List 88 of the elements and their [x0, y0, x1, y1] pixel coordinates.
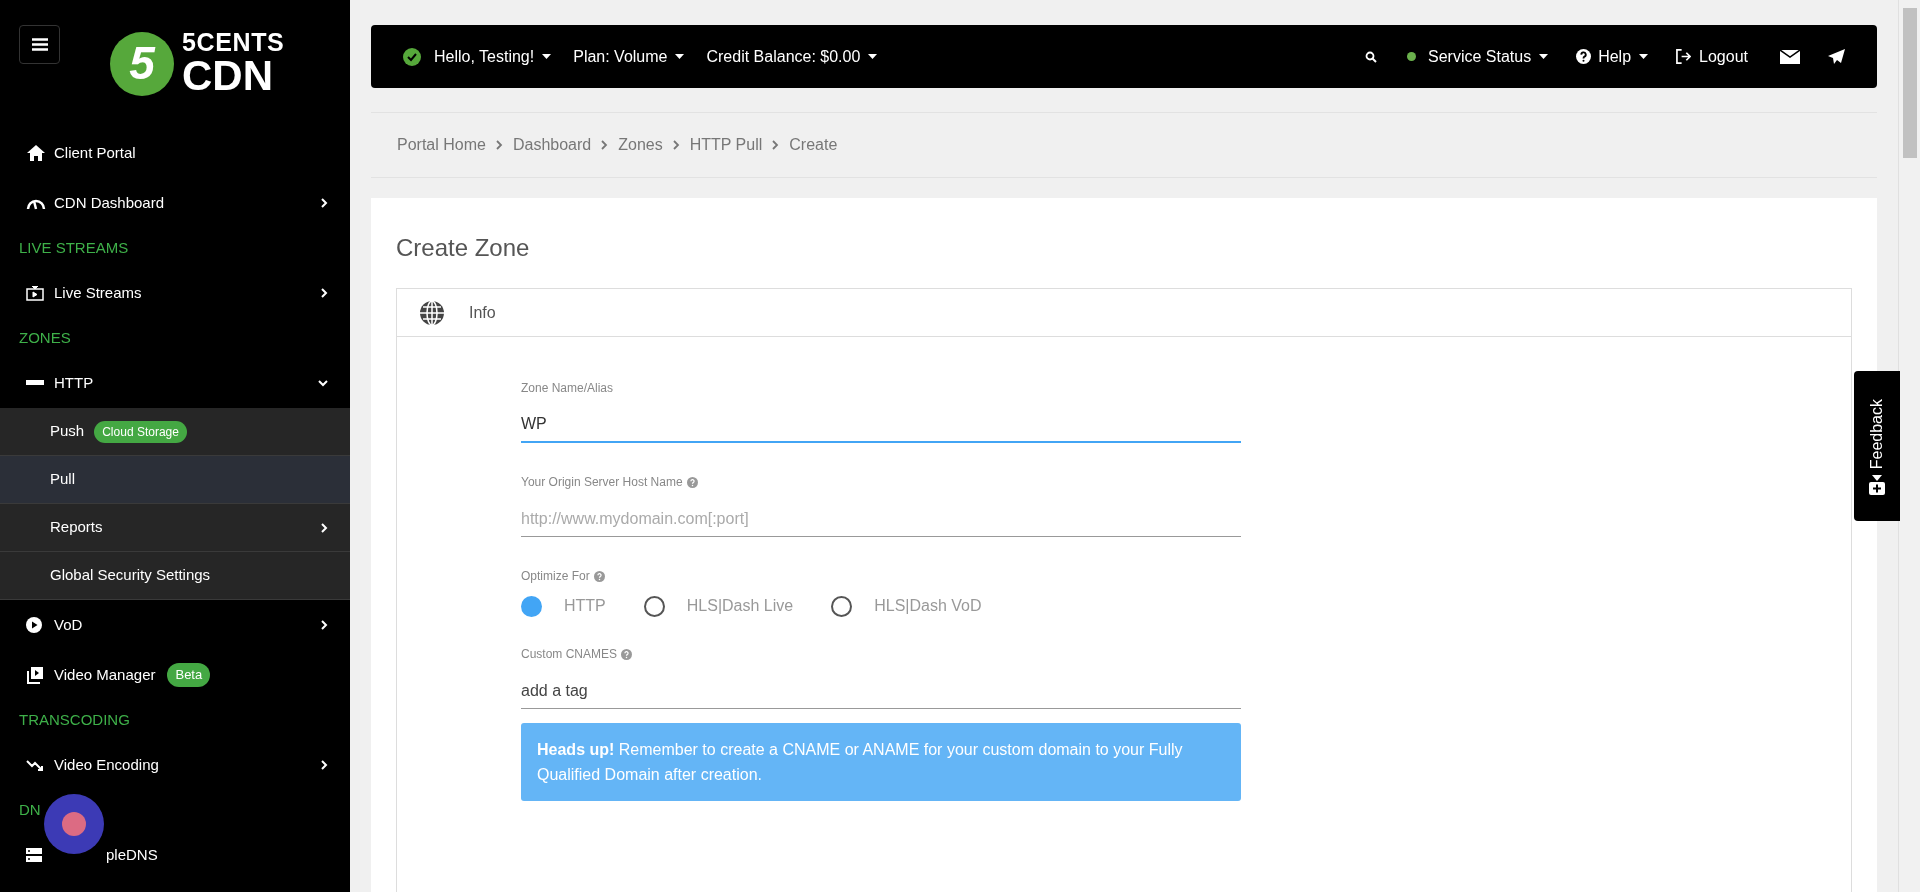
nav-item[interactable]: VoD: [0, 600, 350, 650]
nav-item[interactable]: CDN Dashboard: [0, 178, 350, 228]
status-dropdown[interactable]: Service Status: [1428, 44, 1549, 69]
chevron-down-icon: [318, 379, 328, 387]
chevron-right-icon: [321, 620, 328, 630]
item-label: VoD: [54, 614, 83, 635]
item-label: Reports: [50, 517, 103, 538]
item-label: Video Manager: [54, 664, 156, 685]
breadcrumb-link[interactable]: HTTP Pull: [689, 133, 763, 157]
mail-icon[interactable]: [1780, 49, 1800, 64]
trend-down-icon: [26, 759, 44, 771]
breadcrumb-link[interactable]: Dashboard: [512, 133, 592, 157]
caret-icon: [1539, 54, 1549, 59]
chevron-right-icon: [321, 760, 328, 770]
info-alert: Heads up! Remember to create a CNAME or ANAME for your custom domain to your Fully Qualified Domain after creation.: [521, 723, 1241, 801]
logo-mark: 5: [110, 31, 174, 96]
field-label: Custom CNAMES: [521, 646, 618, 663]
item-label: Live Streams: [54, 282, 142, 303]
item-label: Client Portal: [54, 142, 136, 163]
submenu-item[interactable]: Pull: [0, 456, 350, 504]
record-button[interactable]: [44, 794, 104, 854]
submenu-item[interactable]: Push Cloud Storage: [0, 408, 350, 456]
field-label: Optimize For: [521, 568, 590, 585]
logout-icon: [1676, 49, 1692, 64]
item-label: pleDNS: [106, 844, 158, 865]
menu-dropdown[interactable]: Plan: Volume: [573, 44, 685, 69]
nav-item[interactable]: Client Portal: [0, 128, 350, 178]
record-icon: [62, 812, 86, 836]
video-plus-icon: [1869, 475, 1885, 496]
input-field[interactable]: WP: [521, 407, 1241, 443]
video-library-icon: [26, 666, 44, 684]
caret-icon: [675, 54, 685, 59]
logout-link[interactable]: Logout: [1699, 44, 1748, 69]
caret-icon: [1639, 54, 1649, 59]
menu-button[interactable]: [19, 25, 60, 64]
submenu-item[interactable]: Global Security Settings: [0, 552, 350, 600]
tag-input[interactable]: add a tag: [521, 673, 1241, 709]
item-label: Global Security Settings: [50, 565, 211, 586]
tv-icon: [26, 285, 44, 301]
field-label: Your Origin Server Host Name: [521, 474, 683, 491]
chevron-right-icon: [321, 198, 328, 208]
menu-dropdown[interactable]: Credit Balance: $0.00: [706, 44, 878, 69]
item-label: Video Encoding: [54, 754, 159, 775]
nav-item[interactable]: HTTP: [0, 358, 350, 408]
badge: Cloud Storage: [94, 420, 187, 443]
page-title: Create Zone: [396, 233, 531, 263]
section-heading: LIVE STREAMS: [19, 237, 129, 258]
input-field[interactable]: http://www.mydomain.com[:port]: [521, 501, 1241, 537]
nav-item[interactable]: Video Encoding: [0, 740, 350, 790]
send-icon[interactable]: [1828, 48, 1845, 65]
server-icon: [26, 847, 42, 863]
section-heading: DN: [19, 799, 41, 820]
chevron-right-icon: [772, 140, 780, 150]
play-icon: [26, 617, 42, 633]
breadcrumb-link[interactable]: Zones: [618, 133, 663, 157]
verified-icon: [403, 47, 421, 66]
breadcrumb-link[interactable]: Create: [789, 133, 838, 157]
field-label: Zone Name/Alias: [521, 380, 614, 397]
feedback-tab[interactable]: Feedback: [1854, 371, 1900, 521]
help-dropdown[interactable]: Help: [1598, 44, 1649, 69]
submenu-item[interactable]: Reports: [0, 504, 350, 552]
logo-text: CDN: [182, 55, 274, 97]
caret-icon: [542, 54, 552, 59]
chevron-right-icon: [321, 522, 328, 533]
nav-item[interactable]: Live Streams: [0, 268, 350, 318]
logo-text: 5CENTS: [182, 30, 285, 55]
help-icon: [1576, 49, 1592, 64]
nav-item[interactable]: Video Manager Beta: [0, 650, 350, 700]
chevron-right-icon: [495, 140, 503, 150]
badge: Beta: [167, 663, 211, 687]
search-icon: [1365, 50, 1377, 63]
chevron-right-icon: [672, 140, 680, 150]
section-heading: ZONES: [19, 327, 71, 348]
item-label: CDN Dashboard: [54, 192, 165, 213]
breadcrumb-link[interactable]: Portal Home: [397, 133, 486, 157]
section-title: Info: [469, 302, 496, 323]
menu-dropdown[interactable]: Hello, Testing!: [434, 44, 552, 69]
item-label: Push: [50, 421, 85, 442]
caret-icon: [868, 54, 878, 59]
section-heading: TRANSCODING: [19, 709, 130, 730]
menu-icon: [31, 38, 48, 51]
home-icon: [26, 144, 46, 162]
globe-icon: [419, 299, 445, 326]
nav-item[interactable]: pleDNS: [0, 830, 350, 880]
chevron-right-icon: [601, 140, 609, 150]
item-label: Pull: [50, 469, 75, 490]
item-label: HTTP: [54, 372, 94, 393]
chevron-right-icon: [321, 288, 328, 298]
